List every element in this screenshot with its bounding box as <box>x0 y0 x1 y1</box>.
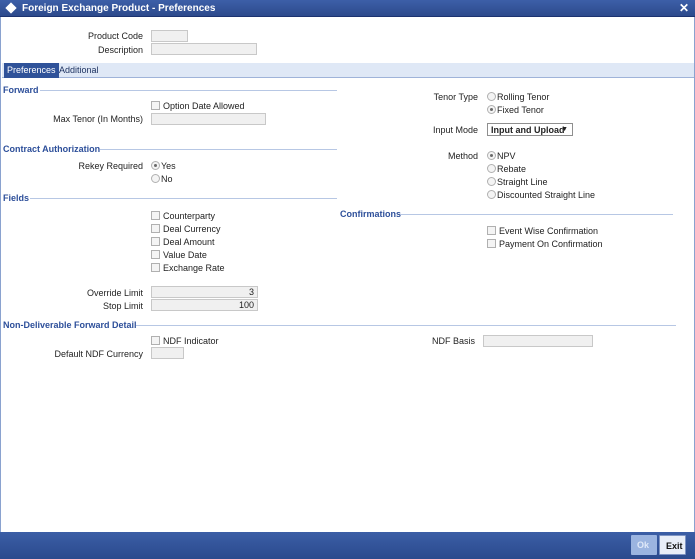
deal-amount-checkbox[interactable] <box>151 237 160 246</box>
rekey-yes-radio[interactable] <box>151 161 160 170</box>
payment-on-confirmation-label: Payment On Confirmation <box>499 239 603 249</box>
method-straight-line-label: Straight Line <box>497 177 548 187</box>
exit-button[interactable]: Exit <box>659 535 686 555</box>
event-wise-confirmation-checkbox[interactable] <box>487 226 496 235</box>
rekey-yes-label: Yes <box>161 161 176 171</box>
fixed-tenor-radio[interactable] <box>487 105 496 114</box>
ndf-basis-label: NDF Basis <box>431 336 475 346</box>
value-date-label: Value Date <box>163 250 207 260</box>
method-discounted-straight-line-label: Discounted Straight Line <box>497 190 596 200</box>
input-mode-value: Input and Upload <box>491 125 565 135</box>
event-wise-confirmation-label: Event Wise Confirmation <box>499 226 599 236</box>
exchange-rate-label: Exchange Rate <box>163 263 225 273</box>
option-date-allowed-checkbox[interactable] <box>151 101 160 110</box>
contract-authorization-separator <box>100 149 337 150</box>
payment-on-confirmation-checkbox[interactable] <box>487 239 496 248</box>
deal-currency-label: Deal Currency <box>163 224 221 234</box>
input-mode-select[interactable]: Input and Upload ▼ <box>487 123 573 136</box>
tenor-type-label: Tenor Type <box>433 92 478 102</box>
deal-amount-label: Deal Amount <box>163 237 215 247</box>
rekey-no-label: No <box>161 174 173 184</box>
fields-separator <box>30 198 337 199</box>
app-diamond-icon <box>5 2 17 14</box>
rolling-tenor-radio[interactable] <box>487 92 496 101</box>
method-discounted-straight-line-radio[interactable] <box>487 190 496 199</box>
confirmations-separator <box>400 214 673 215</box>
default-ndf-currency-label: Default NDF Currency <box>54 349 143 359</box>
window-frame <box>0 17 695 532</box>
method-npv-label: NPV <box>497 151 516 161</box>
description-input[interactable] <box>151 43 257 55</box>
ndf-separator <box>136 325 676 326</box>
override-limit-label: Override Limit <box>86 288 143 298</box>
contract-authorization-section-title: Contract Authorization <box>3 144 101 154</box>
method-straight-line-radio[interactable] <box>487 177 496 186</box>
input-mode-label: Input Mode <box>432 125 478 135</box>
option-date-allowed-label: Option Date Allowed <box>163 101 245 111</box>
confirmations-section-title: Confirmations <box>340 209 402 219</box>
max-tenor-input[interactable] <box>151 113 266 125</box>
fixed-tenor-label: Fixed Tenor <box>497 105 544 115</box>
product-code-label: Product Code <box>87 31 143 41</box>
rolling-tenor-label: Rolling Tenor <box>497 92 550 102</box>
ndf-indicator-checkbox[interactable] <box>151 336 160 345</box>
override-limit-input[interactable]: 3 <box>151 286 258 298</box>
counterparty-checkbox[interactable] <box>151 211 160 220</box>
title-bar: Foreign Exchange Product - Preferences ✕ <box>0 0 695 17</box>
ndf-section-title: Non-Deliverable Forward Detail <box>3 320 137 330</box>
method-npv-radio[interactable] <box>487 151 496 160</box>
rekey-no-radio[interactable] <box>151 174 160 183</box>
counterparty-label: Counterparty <box>163 211 216 221</box>
forward-separator <box>40 90 337 91</box>
forward-section-title: Forward <box>3 85 39 95</box>
exchange-rate-checkbox[interactable] <box>151 263 160 272</box>
ndf-indicator-label: NDF Indicator <box>163 336 219 346</box>
chevron-down-icon: ▼ <box>561 126 568 133</box>
fields-section-title: Fields <box>3 193 30 203</box>
tab-preferences[interactable]: Preferences <box>4 63 59 78</box>
method-rebate-radio[interactable] <box>487 164 496 173</box>
method-label: Method <box>447 151 478 161</box>
ok-button[interactable]: Ok <box>631 535 657 555</box>
close-icon[interactable]: ✕ <box>679 1 689 15</box>
method-rebate-label: Rebate <box>497 164 527 174</box>
tab-additional[interactable]: Additional <box>56 63 102 78</box>
ndf-basis-input[interactable] <box>483 335 593 347</box>
description-label: Description <box>97 45 143 55</box>
product-code-input[interactable] <box>151 30 188 42</box>
stop-limit-input[interactable]: 100 <box>151 299 258 311</box>
tab-strip: Preferences Additional <box>2 63 694 78</box>
window-title: Foreign Exchange Product - Preferences <box>22 3 216 14</box>
max-tenor-label: Max Tenor (In Months) <box>53 114 143 124</box>
stop-limit-label: Stop Limit <box>102 301 143 311</box>
value-date-checkbox[interactable] <box>151 250 160 259</box>
default-ndf-currency-input[interactable] <box>151 347 184 359</box>
footer-bar <box>0 532 695 559</box>
deal-currency-checkbox[interactable] <box>151 224 160 233</box>
rekey-required-label: Rekey Required <box>78 161 143 171</box>
